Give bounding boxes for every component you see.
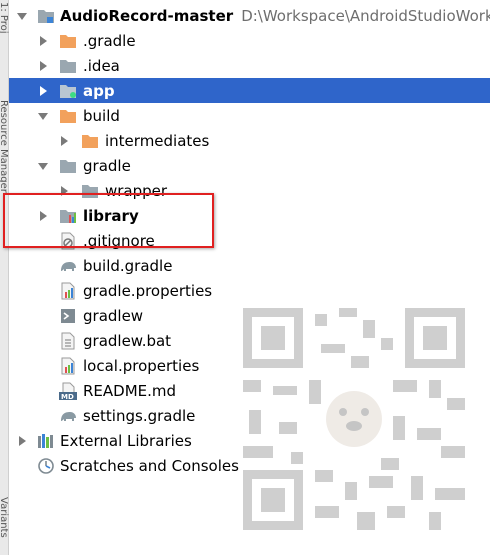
folder-icon [59,57,77,75]
chevron-down-icon[interactable] [37,160,49,172]
folder-icon [59,157,77,175]
tree-label: intermediates [105,131,210,150]
tree-row-gradle[interactable]: gradle [9,153,490,178]
tree-label: settings.gradle [83,406,196,425]
gradle-elephant-icon [59,257,77,275]
tool-window-strip [0,0,9,555]
tree-row-idea[interactable]: .idea [9,53,490,78]
tree-label: local.properties [83,356,200,375]
tree-row-intermediates[interactable]: intermediates [9,128,490,153]
tree-label: Scratches and Consoles [60,456,239,475]
chevron-right-icon[interactable] [37,60,49,72]
tree-label: build [83,106,120,125]
annotation-highlight-box [3,193,214,248]
tree-label: gradle [83,156,131,175]
chevron-down-icon[interactable] [16,10,28,22]
tree-row-app[interactable]: app [9,78,490,103]
properties-file-icon [59,357,77,375]
chevron-down-icon[interactable] [37,110,49,122]
markdown-file-icon: MD [59,382,77,400]
tree-label: gradlew [83,306,144,325]
tree-row-build[interactable]: build [9,103,490,128]
properties-file-icon [59,282,77,300]
tree-label: app [83,81,115,100]
root-project-name: AudioRecord-master [60,6,234,25]
chevron-right-icon[interactable] [16,435,28,447]
folder-icon [59,32,77,50]
root-project-path: D:\Workspace\AndroidStudioWorksp [241,6,490,25]
svg-text:MD: MD [61,393,74,400]
tree-label: gradle.properties [83,281,213,300]
shell-script-icon [59,307,77,325]
chevron-right-icon[interactable] [37,35,49,47]
folder-icon [59,107,77,125]
tree-label: .idea [83,56,120,75]
build-variants-tool-tab[interactable]: Variants [0,497,9,555]
tree-label: gradlew.bat [83,331,172,350]
project-tool-tab[interactable]: 1: Proj [0,2,9,44]
gradle-elephant-icon [59,407,77,425]
tree-label: build.gradle [83,256,173,275]
tree-row-gradle-dir[interactable]: .gradle [9,28,490,53]
tree-row-gradle-properties[interactable]: gradle.properties [9,278,490,303]
tree-label: .gradle [83,31,136,50]
tree-row-build-gradle[interactable]: build.gradle [9,253,490,278]
tree-label: README.md [83,381,177,400]
module-folder-icon [37,7,55,25]
libraries-icon [37,432,55,450]
folder-icon [81,132,99,150]
chevron-right-icon[interactable] [37,85,49,97]
tree-row-root[interactable]: AudioRecord-master D:\Workspace\AndroidSt… [9,3,490,28]
module-folder-icon [59,82,77,100]
scratches-icon [37,457,55,475]
qr-code-watermark [243,308,465,530]
text-file-icon [59,332,77,350]
chevron-right-icon[interactable] [58,135,70,147]
tree-label: External Libraries [60,431,192,450]
